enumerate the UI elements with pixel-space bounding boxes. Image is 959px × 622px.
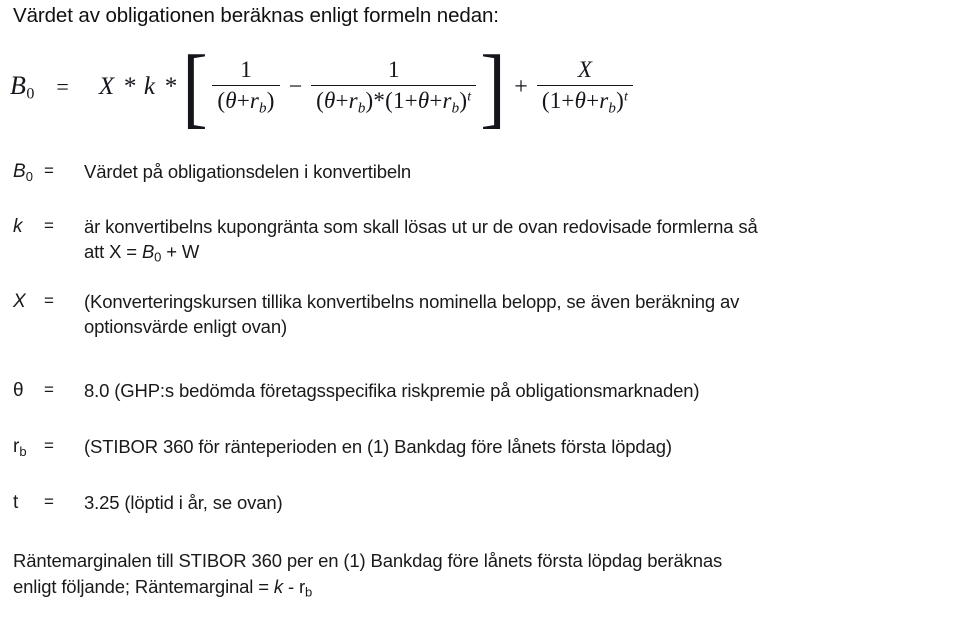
definition-line-formula: att X = B0 + W xyxy=(84,240,947,266)
definition-description: 8.0 (GHP:s bedömda företagsspecifika ris… xyxy=(84,379,959,404)
definition-description: (Konverteringskursen tillika konvertibel… xyxy=(84,290,959,339)
document-page: Värdet av obligationen beräknas enligt f… xyxy=(0,0,959,622)
footer-line-2: enligt följande; Räntemarginal = k - rb xyxy=(13,574,943,602)
term-2-numerator: 1 xyxy=(387,57,400,83)
theta-glyph: θ xyxy=(417,87,430,113)
r-subscript-b: b xyxy=(608,100,617,117)
term-3-denominator: (1+θ+rb)t xyxy=(537,86,633,118)
definition-description: Värdet på obligationsdelen i konvertibel… xyxy=(84,160,959,185)
definition-symbol: t xyxy=(0,491,44,515)
footer-line-2-mid: - r xyxy=(283,576,306,598)
definition-line: optionsvärde enligt ovan) xyxy=(84,315,287,337)
one-glyph: 1 xyxy=(549,87,562,113)
plus-glyph: + xyxy=(586,87,600,113)
definition-line: (STIBOR 360 för ränteperioden en (1) Ban… xyxy=(84,436,672,457)
formula-prefix: X * k * xyxy=(98,73,178,101)
plus-glyph: + xyxy=(236,87,250,113)
definition-row-b0: B0 = Värdet på obligationsdelen i konver… xyxy=(0,160,959,185)
footer-line-2-prefix: enligt följande; Räntemarginal = xyxy=(13,576,274,598)
definition-line: Värdet på obligationsdelen i konvertibel… xyxy=(84,161,412,182)
formula-term-1: 1 (θ+rb) xyxy=(212,57,280,118)
definition-symbol: θ xyxy=(0,379,44,403)
definition-symbol: k xyxy=(0,215,44,239)
definition-line: 8.0 (GHP:s bedömda företagsspecifika ris… xyxy=(84,380,700,401)
k-symbol: k xyxy=(273,576,284,598)
definition-description: (STIBOR 360 för ränteperioden en (1) Ban… xyxy=(84,435,959,460)
theta-glyph: θ xyxy=(574,87,587,113)
paren-open-icon: ( xyxy=(316,87,324,113)
definition-line: är konvertibelns kupongränta som skall l… xyxy=(84,216,758,237)
bond-value-formula: B0 = X * k * [ 1 (θ+rb) − 1 (θ+rb)*(1+θ+… xyxy=(10,38,637,137)
r-subscript-b: b xyxy=(305,584,313,600)
plus-glyph: + xyxy=(335,87,349,113)
r-glyph: r xyxy=(249,87,260,113)
definition-equals: = xyxy=(44,492,54,511)
definition-symbol-text: X xyxy=(13,291,26,312)
footer-line-1: Räntemarginalen till STIBOR 360 per en (… xyxy=(13,550,723,571)
term-1-numerator: 1 xyxy=(240,57,252,83)
definition-description: är konvertibelns kupongränta som skall l… xyxy=(84,215,959,266)
formula-term-3: X (1+θ+rb)t xyxy=(536,57,634,118)
definition-equals: = xyxy=(44,161,54,180)
formula-plus-sign: + xyxy=(514,73,528,100)
plus-glyph: + xyxy=(561,87,575,113)
definition-equals: = xyxy=(44,216,54,235)
r-glyph: r xyxy=(348,87,358,113)
definition-equals: = xyxy=(44,436,54,455)
exponent-t: t xyxy=(467,89,472,105)
formula-lhs: B0 xyxy=(10,71,34,103)
paren-close-icon: ) xyxy=(616,87,624,113)
r-glyph: r xyxy=(442,87,452,113)
theta-glyph: θ xyxy=(323,87,336,113)
att-x-prefix: att X = xyxy=(84,240,142,262)
definition-line: 3.25 (löptid i år, se ovan) xyxy=(84,492,283,513)
paren-close-icon: ) xyxy=(266,87,275,113)
bracket-open: [ xyxy=(182,38,209,137)
definition-equals: = xyxy=(44,291,54,310)
definition-row-rb: rb = (STIBOR 360 för ränteperioden en (1… xyxy=(0,435,959,460)
definition-row-t: t = 3.25 (löptid i år, se ovan) xyxy=(0,491,959,516)
r-subscript-b: b xyxy=(357,100,366,117)
r-subscript-b: b xyxy=(259,100,267,117)
plus-w-suffix: + W xyxy=(161,240,200,262)
definition-symbol-subscript: b xyxy=(19,443,27,459)
term-1-denominator: (θ+rb) xyxy=(212,86,279,118)
definition-symbol: X xyxy=(0,290,44,314)
definition-description: 3.25 (löptid i år, se ovan) xyxy=(84,491,959,516)
definition-symbol-subscript: 0 xyxy=(25,168,33,184)
plus-glyph: + xyxy=(404,87,418,113)
one-glyph: 1 xyxy=(392,87,405,113)
page-title: Värdet av obligationen beräknas enligt f… xyxy=(13,4,499,27)
b-symbol: B xyxy=(141,240,155,262)
formula-minus-sign: − xyxy=(288,73,303,100)
formula-term-2: 1 (θ+rb)*(1+θ+rb)t xyxy=(311,57,477,118)
formula-lhs-symbol: B xyxy=(10,71,27,101)
definition-symbol-text: B xyxy=(13,161,26,182)
formula-equals-sign: = xyxy=(56,74,69,100)
definition-row-x: X = (Konverteringskursen tillika konvert… xyxy=(0,290,959,339)
definition-symbol: rb xyxy=(0,435,44,460)
definition-symbol-text: θ xyxy=(13,380,24,401)
bracket-close: ] xyxy=(480,38,507,137)
definition-equals: = xyxy=(44,380,54,399)
definition-row-theta: θ = 8.0 (GHP:s bedömda företagsspecifika… xyxy=(0,379,959,404)
formula-lhs-subscript: 0 xyxy=(26,85,35,103)
paren-open-icon: ( xyxy=(217,87,226,113)
exponent-t: t xyxy=(623,89,629,105)
definition-symbol-text: t xyxy=(13,492,19,513)
paren-open-icon: ( xyxy=(541,87,550,113)
term-2-denominator: (θ+rb)*(1+θ+rb)t xyxy=(311,86,476,118)
footer-paragraph: Räntemarginalen till STIBOR 360 per en (… xyxy=(13,548,943,602)
definition-symbol-text: k xyxy=(13,216,23,237)
paren-open-icon: ( xyxy=(385,87,393,113)
definition-line: (Konverteringskursen tillika konvertibel… xyxy=(84,291,740,312)
plus-glyph: + xyxy=(429,87,443,113)
multiply-glyph: * xyxy=(373,87,386,113)
definition-symbol: B0 xyxy=(0,160,44,185)
definition-row-k: k = är konvertibelns kupongränta som ska… xyxy=(0,215,959,266)
term-3-numerator: X xyxy=(577,57,592,83)
theta-glyph: θ xyxy=(225,87,237,113)
